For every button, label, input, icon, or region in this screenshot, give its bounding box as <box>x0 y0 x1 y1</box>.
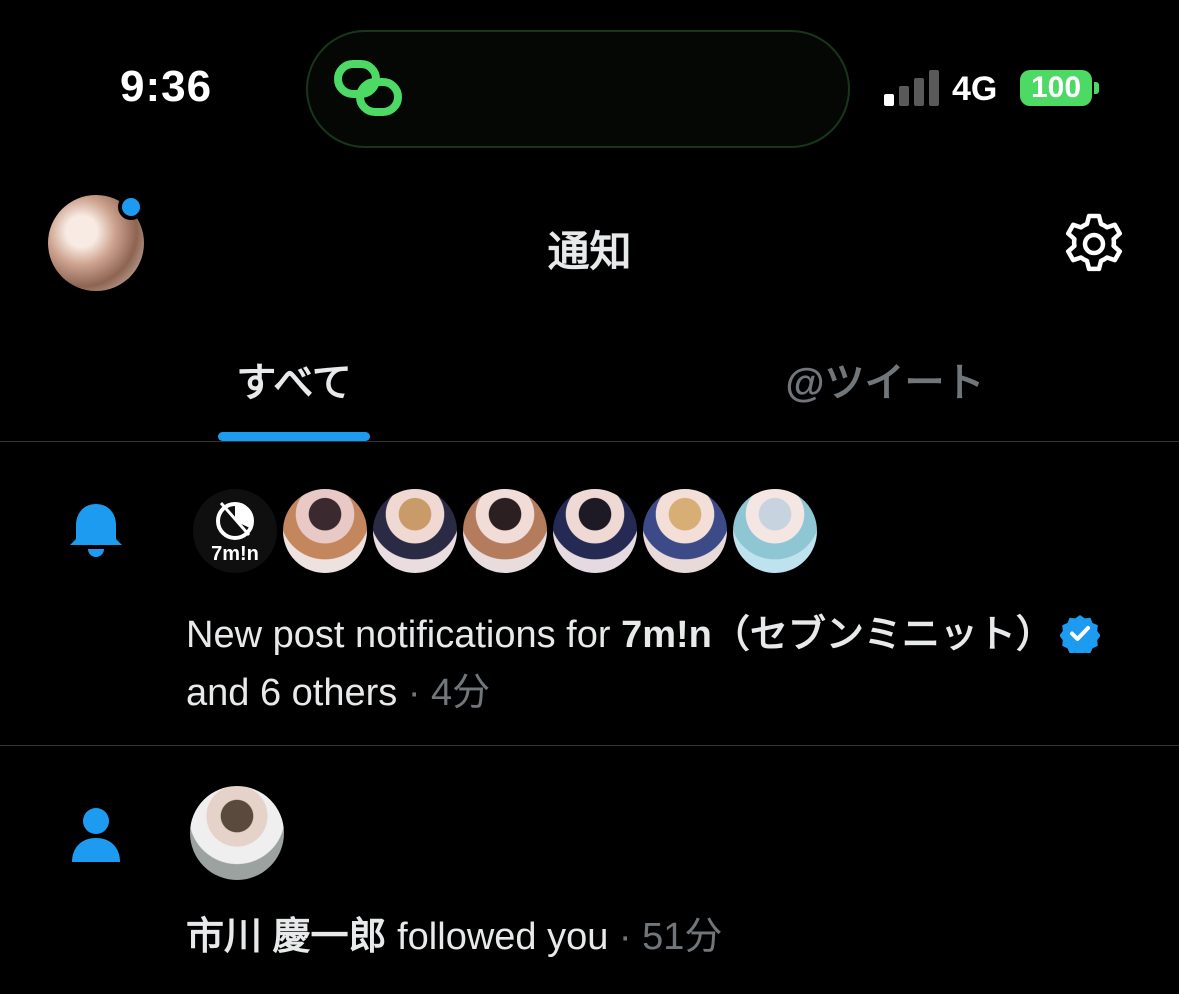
person-icon <box>72 808 120 862</box>
follower-avatar[interactable] <box>190 786 284 880</box>
logo-text: 7m!n <box>211 542 259 565</box>
avatar[interactable] <box>280 486 370 576</box>
network-type: 4G <box>952 70 998 108</box>
cellular-signal-icon <box>884 70 939 106</box>
verified-badge-icon <box>1059 615 1100 653</box>
notification-suffix: and 6 others <box>186 672 398 714</box>
notification-time: · 4分 <box>397 672 491 714</box>
avatar-7min-logo[interactable]: 7m!n <box>190 486 280 576</box>
status-time: 9:36 <box>120 62 213 111</box>
notification-time: · 51分 <box>608 916 723 958</box>
account-name[interactable]: 7m!n（セブンミニット） <box>621 614 1054 656</box>
avatar[interactable] <box>370 486 460 576</box>
avatar[interactable] <box>550 486 640 576</box>
avatar[interactable] <box>640 486 730 576</box>
battery-tip <box>1094 82 1099 94</box>
clock-logo-icon <box>216 501 254 540</box>
link-chain-icon <box>334 60 402 116</box>
bell-icon <box>70 504 122 557</box>
gear-icon[interactable] <box>1062 212 1126 276</box>
active-tab-indicator <box>218 432 370 441</box>
tab-all[interactable]: すべて <box>218 350 370 408</box>
avatar[interactable] <box>730 486 820 576</box>
notification-prefix: New post notifications for <box>186 614 622 656</box>
account-name[interactable]: 市川 慶一郎 <box>186 916 387 958</box>
avatar-notification-dot <box>118 194 144 220</box>
tab-mentions[interactable]: @ツイート <box>760 350 1010 408</box>
notification-text[interactable]: 市川 慶一郎 followed you · 51分 <box>186 908 1136 966</box>
tabs-divider <box>0 441 1179 442</box>
avatar[interactable] <box>460 486 550 576</box>
page-title: 通知 <box>547 228 632 275</box>
notification-suffix: followed you <box>386 916 609 958</box>
notification-text[interactable]: New post notifications for 7m!n（セブンミニット）… <box>186 606 1136 722</box>
notification-avatars: 7m!n <box>190 486 820 576</box>
battery-indicator: 100 <box>1020 70 1092 106</box>
notification-divider <box>0 745 1179 746</box>
